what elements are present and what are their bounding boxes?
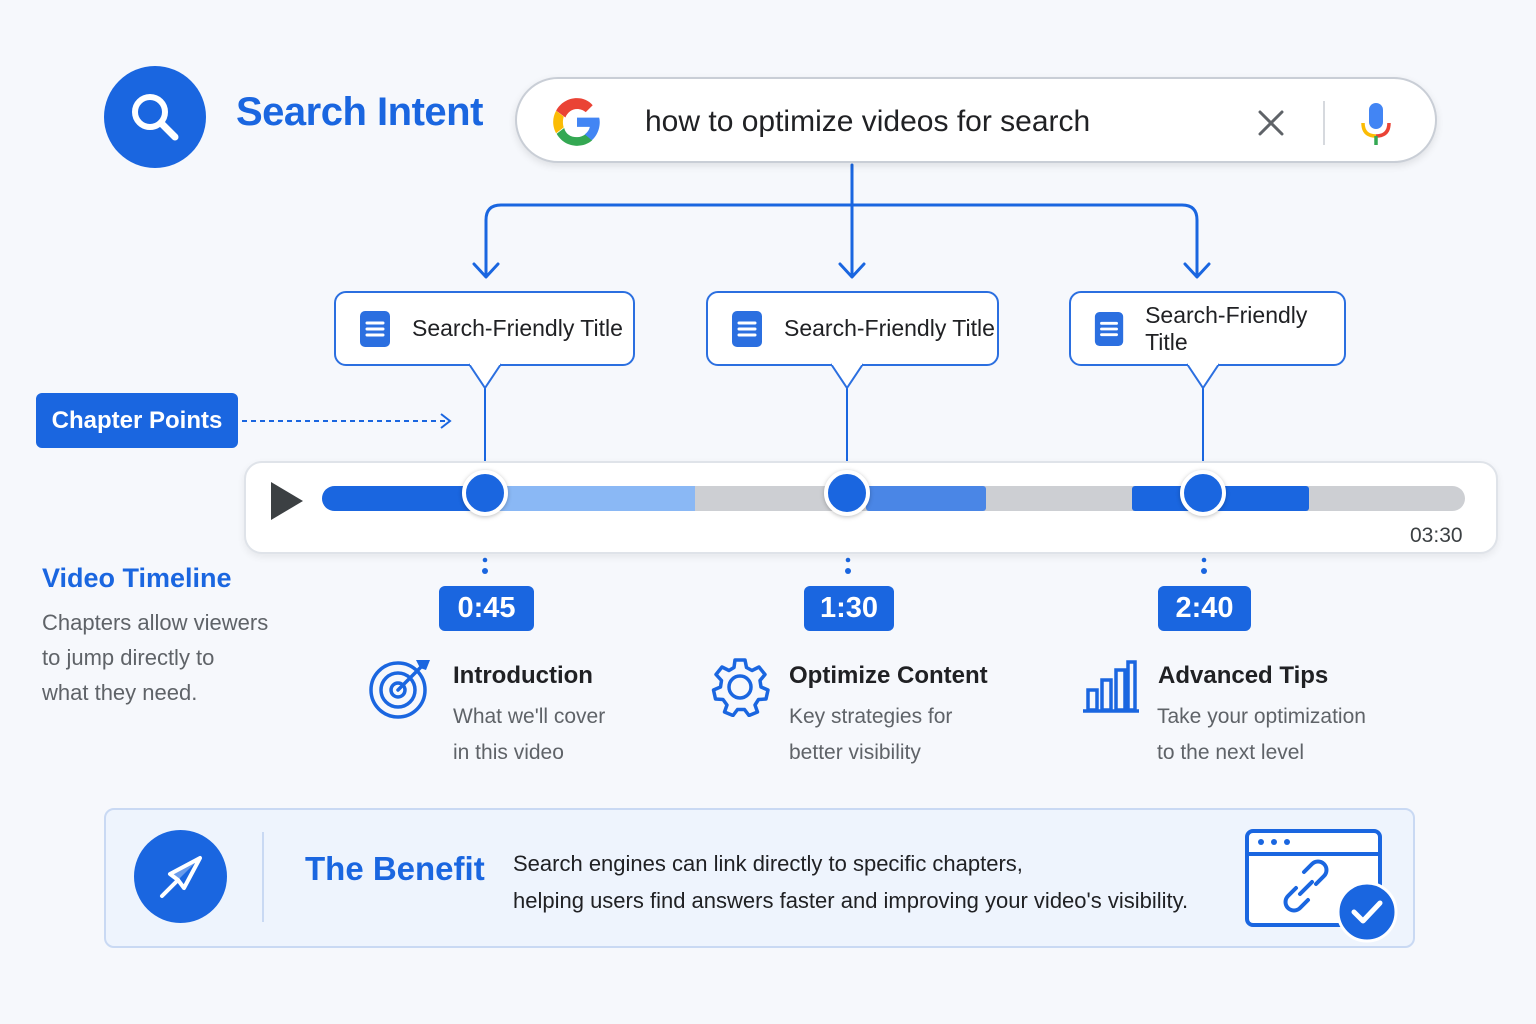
timestamp-badge-2[interactable]: 1:30 [804, 586, 894, 631]
timestamp-badge-3[interactable]: 2:40 [1158, 586, 1251, 631]
benefit-icon-badge [134, 830, 227, 923]
chapter-marker-3 [1180, 470, 1226, 516]
chapter-description-1: What we'll cover in this video [453, 705, 606, 764]
play-icon [271, 482, 303, 520]
chapter-description-2: Key strategies for better visibility [789, 705, 953, 764]
check-badge [1336, 881, 1398, 943]
chapter-title-3: Advanced Tips [1158, 662, 1329, 689]
chapter-description-3: Take your optimization to the next level [1157, 705, 1366, 764]
benefit-text-line-1: Search engines can link directly to spec… [513, 851, 1023, 876]
chapter-marker-1 [462, 470, 508, 516]
target-icon [369, 660, 430, 719]
chapter-marker-2 [824, 470, 870, 516]
video-timeline [271, 470, 1465, 520]
gear-icon [711, 658, 770, 717]
segment-2 [866, 486, 986, 511]
benefit-panel [104, 808, 1415, 948]
video-duration: 03:30 [1410, 524, 1463, 547]
bar-chart-icon [1083, 660, 1139, 713]
chapter-title-2: Optimize Content [789, 662, 988, 689]
buffered-segment-1 [490, 486, 695, 511]
video-timeline-title: Video Timeline [42, 563, 232, 593]
timestamp-badge-1[interactable]: 0:45 [439, 586, 534, 631]
video-timeline-description: Chapters allow viewers to jump directly … [42, 610, 269, 705]
benefit-title: The Benefit [305, 850, 485, 887]
compass-icon [159, 855, 202, 898]
linked-page-icon [1245, 829, 1398, 943]
benefit-separator [262, 832, 264, 922]
benefit-text-line-2: helping users find answers faster and im… [513, 888, 1189, 913]
chapter-title-1: Introduction [453, 662, 593, 689]
